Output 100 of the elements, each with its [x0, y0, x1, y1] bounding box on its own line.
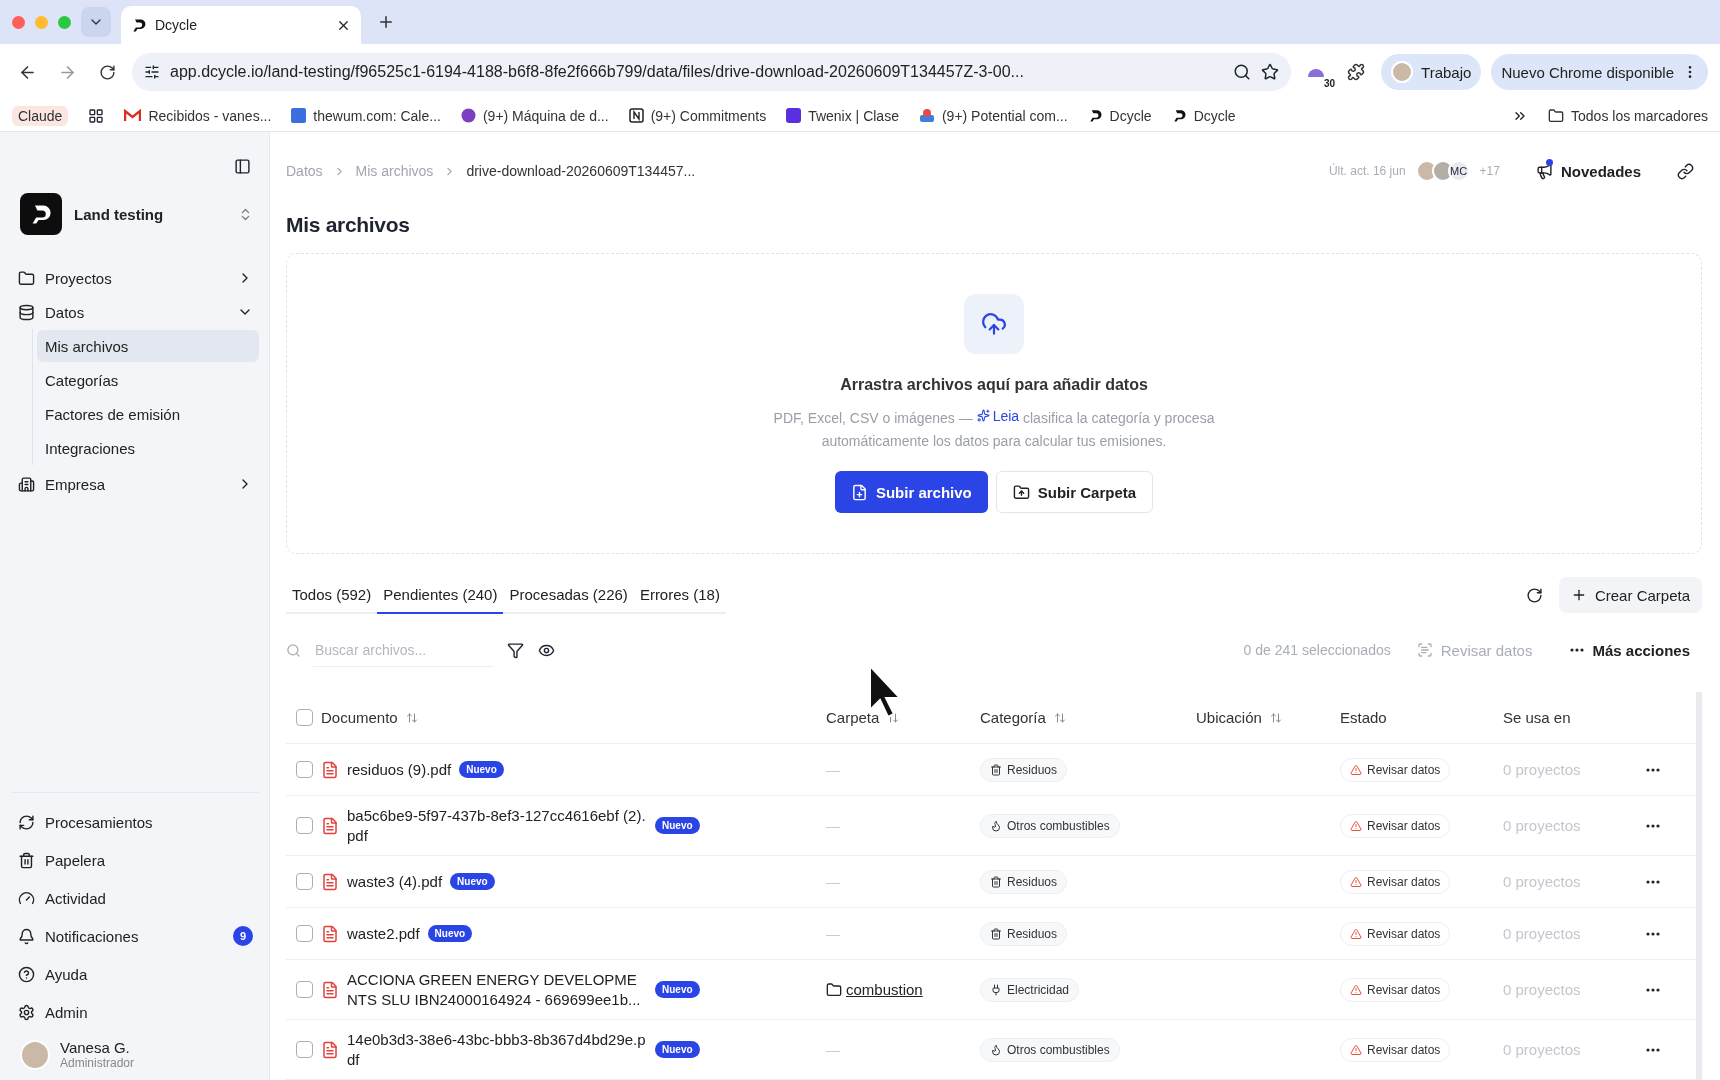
- nav-item[interactable]: Papelera: [12, 843, 259, 877]
- sort-icon: [405, 711, 418, 724]
- ellipsis-icon[interactable]: [1646, 823, 1660, 828]
- address-bar[interactable]: app.dcycle.io/land-testing/f96525c1-6194-4188-b6f8-8fe2f666b799/data/files/drive-download-20260609T134457Z-3-00...: [132, 53, 1292, 91]
- help-icon: [18, 965, 35, 983]
- nav-item[interactable]: Procesamientos: [12, 805, 259, 839]
- column-header[interactable]: Categoría: [980, 709, 1066, 726]
- nav-subitem[interactable]: Integraciones: [37, 432, 259, 464]
- nav-item[interactable]: Proyectos: [12, 261, 259, 295]
- status-button[interactable]: Revisar datos: [1340, 977, 1451, 1002]
- nav-subitem[interactable]: Factores de emisión: [37, 398, 259, 430]
- folder-link[interactable]: combustion: [826, 981, 923, 998]
- create-folder-button[interactable]: Crear Carpeta: [1558, 577, 1702, 614]
- row-checkbox[interactable]: [296, 817, 313, 834]
- link-icon[interactable]: [1677, 163, 1694, 180]
- search-field[interactable]: Buscar archivos...: [313, 633, 493, 668]
- status-button[interactable]: Revisar datos: [1340, 1037, 1451, 1062]
- file-name[interactable]: waste3 (4).pdf: [347, 871, 443, 892]
- search-icon[interactable]: [1233, 63, 1252, 81]
- column-header[interactable]: Se usa en: [1503, 709, 1571, 726]
- nav-subitem[interactable]: Categorías: [37, 364, 259, 396]
- status-button[interactable]: Revisar datos: [1340, 813, 1451, 838]
- news-button[interactable]: Novedades: [1529, 162, 1647, 181]
- category-tag: Residuos: [980, 757, 1068, 782]
- refresh-icon[interactable]: [1525, 586, 1543, 604]
- bookmark[interactable]: Dcycle: [1087, 107, 1152, 124]
- bookmark[interactable]: Twenix | Clase: [786, 107, 899, 124]
- organization-switcher[interactable]: Land testing: [20, 193, 259, 235]
- file-name[interactable]: 14e0b3d3-38e6-43bc-bbb3-8b367d4bd29e.pdf: [347, 1029, 647, 1070]
- row-checkbox[interactable]: [296, 761, 313, 778]
- upload-file-button[interactable]: Subir archivo: [834, 471, 988, 514]
- nav-item[interactable]: Empresa: [12, 467, 259, 501]
- file-name[interactable]: ACCIONA GREEN ENERGY DEVELOPMENTS SLU IBN24000164924 - 669699ee1b...: [347, 969, 647, 1010]
- ellipsis-icon[interactable]: [1646, 1047, 1660, 1052]
- filter-tab[interactable]: Todos (592): [286, 576, 378, 615]
- ellipsis-icon[interactable]: [1646, 931, 1660, 936]
- ellipsis-icon[interactable]: [1570, 648, 1585, 653]
- ellipsis-icon[interactable]: [1646, 767, 1660, 772]
- file-name[interactable]: waste2.pdf: [347, 923, 420, 944]
- update-button[interactable]: Nuevo Chrome disponible: [1491, 54, 1708, 90]
- new-badge: Nuevo: [427, 925, 473, 942]
- file-name[interactable]: residuos (9).pdf: [347, 759, 452, 780]
- row-checkbox[interactable]: [296, 1041, 313, 1058]
- eye-icon[interactable]: [538, 642, 555, 659]
- dropzone[interactable]: Arrastra archivos aquí para añadir datos PDF, Excel, CSV o imágenes — Leia clasifica la categoría y procesa automáticamente los datos para calcular tus emisiones. Subir archivo Subir Carpeta: [286, 252, 1702, 554]
- bookmark[interactable]: (9+) Commitments: [628, 107, 767, 124]
- bookmark[interactable]: Claude: [12, 105, 69, 126]
- apps-icon[interactable]: [88, 107, 105, 124]
- usage-text: 0 proyectos: [1503, 981, 1581, 998]
- column-header[interactable]: Documento: [321, 709, 418, 726]
- row-checkbox[interactable]: [296, 925, 313, 942]
- nav-item[interactable]: Datos: [12, 295, 259, 329]
- status-button[interactable]: Revisar datos: [1340, 869, 1451, 894]
- collapse-sidebar-icon[interactable]: [234, 158, 251, 175]
- status-button[interactable]: Revisar datos: [1340, 757, 1451, 782]
- breadcrumb-link[interactable]: drive-download-20260609T134457...: [466, 163, 696, 180]
- trash-icon: [990, 763, 1002, 776]
- empty-value: —: [826, 761, 840, 778]
- empty-value: —: [826, 925, 840, 942]
- plus-icon: [377, 13, 395, 31]
- site-settings-icon[interactable]: [144, 64, 160, 80]
- filter-tab[interactable]: Procesadas (226): [503, 576, 634, 615]
- bookmark[interactable]: thewum.com: Cale...: [291, 107, 441, 124]
- filter-tab[interactable]: Pendientes (240): [377, 576, 504, 615]
- filter-icon[interactable]: [507, 642, 524, 659]
- star-icon[interactable]: [1261, 63, 1280, 81]
- leia-link[interactable]: Leia: [976, 403, 1020, 428]
- bookmark[interactable]: Dcycle: [1171, 107, 1236, 124]
- row-checkbox[interactable]: [296, 873, 313, 890]
- filter-tab[interactable]: Errores (18): [633, 576, 726, 615]
- more-actions-button[interactable]: Más acciones: [1558, 632, 1702, 669]
- nav-subitem[interactable]: Mis archivos: [37, 330, 259, 362]
- bookmark[interactable]: (9+) Potential com...: [918, 107, 1068, 124]
- warning-icon: [1350, 983, 1362, 996]
- building-icon: [18, 475, 35, 493]
- pin-icon: [918, 108, 935, 123]
- ellipsis-icon[interactable]: [1646, 987, 1660, 992]
- column-header[interactable]: Estado: [1340, 709, 1387, 726]
- all-bookmarks-folder[interactable]: Todos los marcadores: [1548, 107, 1708, 124]
- bookmark[interactable]: (9+) Máquina de d...: [460, 107, 609, 124]
- document-icon: [321, 980, 339, 999]
- database-icon: [18, 303, 35, 321]
- upload-folder-button[interactable]: Subir Carpeta: [995, 471, 1154, 514]
- nav-item[interactable]: Admin: [12, 995, 259, 1029]
- nav-item[interactable]: Ayuda: [12, 957, 259, 991]
- profile-button[interactable]: Trabajo: [1381, 54, 1482, 90]
- browser-tab[interactable]: Dcycle: [121, 6, 361, 44]
- column-header[interactable]: Ubicación: [1196, 709, 1282, 726]
- select-all-checkbox[interactable]: [296, 709, 313, 726]
- status-button[interactable]: Revisar datos: [1340, 921, 1451, 946]
- row-checkbox[interactable]: [296, 981, 313, 998]
- trash-icon: [990, 927, 1002, 940]
- tab-search-button[interactable]: [81, 7, 111, 37]
- file-name[interactable]: ba5c6be9-5f97-437b-8ef3-127cc4616ebf (2).pdf: [347, 805, 647, 846]
- nav-item[interactable]: Actividad: [12, 881, 259, 915]
- ellipsis-icon[interactable]: [1646, 879, 1660, 884]
- nav-item[interactable]: Notificaciones 9: [12, 919, 259, 953]
- url-text: app.dcycle.io/land-testing/f96525c1-6194-4188-b6f8-8fe2f666b799/data/files/drive-download-20260609T134457Z-3-00...: [170, 63, 1025, 81]
- usage-text: 0 proyectos: [1503, 761, 1581, 778]
- bookmark[interactable]: Recibidos - vanes...: [124, 107, 272, 124]
